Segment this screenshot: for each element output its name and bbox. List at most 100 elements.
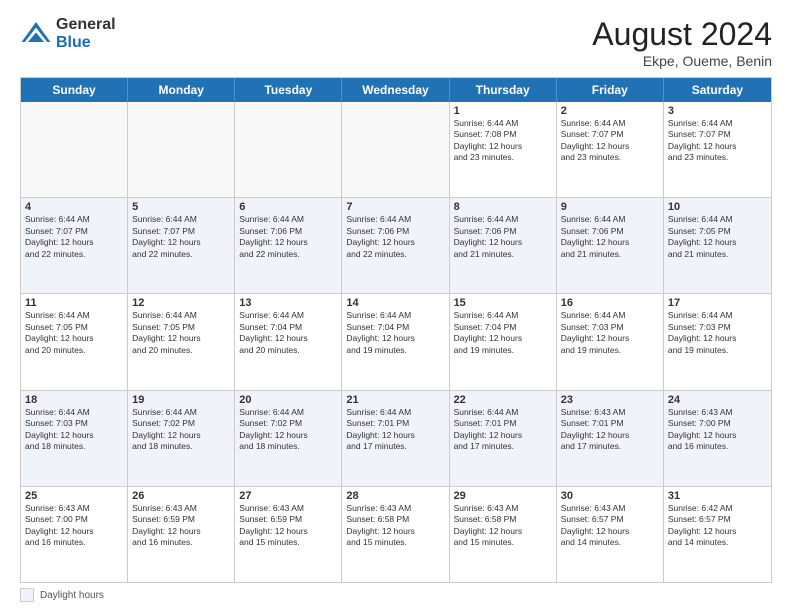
page: General Blue August 2024 Ekpe, Oueme, Be… [0,0,792,612]
header-day-saturday: Saturday [664,78,771,102]
day-number: 7 [346,201,444,213]
day-cell-15: 15Sunrise: 6:44 AMSunset: 7:04 PMDayligh… [450,294,557,389]
day-cell-4: 4Sunrise: 6:44 AMSunset: 7:07 PMDaylight… [21,198,128,293]
day-number: 3 [668,105,767,117]
day-info: Sunrise: 6:43 AMSunset: 6:58 PMDaylight:… [454,503,552,549]
day-number: 4 [25,201,123,213]
day-info: Sunrise: 6:44 AMSunset: 7:05 PMDaylight:… [25,310,123,356]
day-number: 14 [346,297,444,309]
empty-cell-0-0 [21,102,128,197]
day-number: 20 [239,394,337,406]
day-number: 9 [561,201,659,213]
logo-text: General Blue [56,16,116,51]
legend-label: Daylight hours [40,590,104,601]
legend-box [20,588,34,602]
day-number: 16 [561,297,659,309]
day-number: 2 [561,105,659,117]
day-info: Sunrise: 6:43 AMSunset: 7:01 PMDaylight:… [561,407,659,453]
day-number: 25 [25,490,123,502]
day-cell-18: 18Sunrise: 6:44 AMSunset: 7:03 PMDayligh… [21,391,128,486]
day-info: Sunrise: 6:44 AMSunset: 7:06 PMDaylight:… [239,214,337,260]
empty-cell-0-3 [342,102,449,197]
day-number: 21 [346,394,444,406]
day-number: 28 [346,490,444,502]
day-info: Sunrise: 6:44 AMSunset: 7:03 PMDaylight:… [25,407,123,453]
day-info: Sunrise: 6:44 AMSunset: 7:07 PMDaylight:… [668,118,767,164]
header-day-friday: Friday [557,78,664,102]
day-info: Sunrise: 6:44 AMSunset: 7:06 PMDaylight:… [561,214,659,260]
day-cell-13: 13Sunrise: 6:44 AMSunset: 7:04 PMDayligh… [235,294,342,389]
day-cell-8: 8Sunrise: 6:44 AMSunset: 7:06 PMDaylight… [450,198,557,293]
day-cell-17: 17Sunrise: 6:44 AMSunset: 7:03 PMDayligh… [664,294,771,389]
day-info: Sunrise: 6:43 AMSunset: 6:58 PMDaylight:… [346,503,444,549]
day-info: Sunrise: 6:44 AMSunset: 7:05 PMDaylight:… [132,310,230,356]
calendar-row-2: 11Sunrise: 6:44 AMSunset: 7:05 PMDayligh… [21,294,771,390]
day-number: 11 [25,297,123,309]
day-cell-1: 1Sunrise: 6:44 AMSunset: 7:08 PMDaylight… [450,102,557,197]
day-info: Sunrise: 6:44 AMSunset: 7:06 PMDaylight:… [346,214,444,260]
day-cell-28: 28Sunrise: 6:43 AMSunset: 6:58 PMDayligh… [342,487,449,582]
empty-cell-0-2 [235,102,342,197]
day-info: Sunrise: 6:43 AMSunset: 6:59 PMDaylight:… [239,503,337,549]
day-cell-2: 2Sunrise: 6:44 AMSunset: 7:07 PMDaylight… [557,102,664,197]
day-cell-29: 29Sunrise: 6:43 AMSunset: 6:58 PMDayligh… [450,487,557,582]
day-number: 13 [239,297,337,309]
day-cell-11: 11Sunrise: 6:44 AMSunset: 7:05 PMDayligh… [21,294,128,389]
day-cell-12: 12Sunrise: 6:44 AMSunset: 7:05 PMDayligh… [128,294,235,389]
day-number: 26 [132,490,230,502]
day-cell-7: 7Sunrise: 6:44 AMSunset: 7:06 PMDaylight… [342,198,449,293]
calendar-row-3: 18Sunrise: 6:44 AMSunset: 7:03 PMDayligh… [21,391,771,487]
day-number: 18 [25,394,123,406]
day-number: 6 [239,201,337,213]
day-info: Sunrise: 6:43 AMSunset: 7:00 PMDaylight:… [25,503,123,549]
day-info: Sunrise: 6:43 AMSunset: 6:59 PMDaylight:… [132,503,230,549]
title-block: August 2024 Ekpe, Oueme, Benin [592,16,772,69]
day-info: Sunrise: 6:42 AMSunset: 6:57 PMDaylight:… [668,503,767,549]
day-number: 29 [454,490,552,502]
day-cell-23: 23Sunrise: 6:43 AMSunset: 7:01 PMDayligh… [557,391,664,486]
calendar-row-4: 25Sunrise: 6:43 AMSunset: 7:00 PMDayligh… [21,487,771,582]
day-info: Sunrise: 6:44 AMSunset: 7:02 PMDaylight:… [239,407,337,453]
footer: Daylight hours [20,588,772,602]
empty-cell-0-1 [128,102,235,197]
day-number: 15 [454,297,552,309]
day-info: Sunrise: 6:43 AMSunset: 6:57 PMDaylight:… [561,503,659,549]
header: General Blue August 2024 Ekpe, Oueme, Be… [20,16,772,69]
day-cell-19: 19Sunrise: 6:44 AMSunset: 7:02 PMDayligh… [128,391,235,486]
day-info: Sunrise: 6:44 AMSunset: 7:04 PMDaylight:… [239,310,337,356]
logo: General Blue [20,16,116,51]
day-info: Sunrise: 6:44 AMSunset: 7:06 PMDaylight:… [454,214,552,260]
day-info: Sunrise: 6:44 AMSunset: 7:01 PMDaylight:… [454,407,552,453]
day-info: Sunrise: 6:44 AMSunset: 7:04 PMDaylight:… [454,310,552,356]
day-number: 22 [454,394,552,406]
day-info: Sunrise: 6:44 AMSunset: 7:01 PMDaylight:… [346,407,444,453]
day-cell-6: 6Sunrise: 6:44 AMSunset: 7:06 PMDaylight… [235,198,342,293]
day-number: 10 [668,201,767,213]
day-number: 5 [132,201,230,213]
day-number: 31 [668,490,767,502]
day-info: Sunrise: 6:43 AMSunset: 7:00 PMDaylight:… [668,407,767,453]
calendar-row-0: 1Sunrise: 6:44 AMSunset: 7:08 PMDaylight… [21,102,771,198]
header-day-wednesday: Wednesday [342,78,449,102]
day-cell-14: 14Sunrise: 6:44 AMSunset: 7:04 PMDayligh… [342,294,449,389]
calendar: SundayMondayTuesdayWednesdayThursdayFrid… [20,77,772,583]
day-cell-31: 31Sunrise: 6:42 AMSunset: 6:57 PMDayligh… [664,487,771,582]
day-number: 12 [132,297,230,309]
month-year: August 2024 [592,16,772,53]
day-number: 8 [454,201,552,213]
day-cell-24: 24Sunrise: 6:43 AMSunset: 7:00 PMDayligh… [664,391,771,486]
day-number: 19 [132,394,230,406]
calendar-body: 1Sunrise: 6:44 AMSunset: 7:08 PMDaylight… [21,102,771,582]
day-cell-26: 26Sunrise: 6:43 AMSunset: 6:59 PMDayligh… [128,487,235,582]
day-cell-10: 10Sunrise: 6:44 AMSunset: 7:05 PMDayligh… [664,198,771,293]
day-info: Sunrise: 6:44 AMSunset: 7:02 PMDaylight:… [132,407,230,453]
day-cell-5: 5Sunrise: 6:44 AMSunset: 7:07 PMDaylight… [128,198,235,293]
day-cell-3: 3Sunrise: 6:44 AMSunset: 7:07 PMDaylight… [664,102,771,197]
header-day-monday: Monday [128,78,235,102]
day-cell-25: 25Sunrise: 6:43 AMSunset: 7:00 PMDayligh… [21,487,128,582]
day-cell-16: 16Sunrise: 6:44 AMSunset: 7:03 PMDayligh… [557,294,664,389]
day-info: Sunrise: 6:44 AMSunset: 7:05 PMDaylight:… [668,214,767,260]
day-cell-22: 22Sunrise: 6:44 AMSunset: 7:01 PMDayligh… [450,391,557,486]
calendar-header: SundayMondayTuesdayWednesdayThursdayFrid… [21,78,771,102]
day-cell-9: 9Sunrise: 6:44 AMSunset: 7:06 PMDaylight… [557,198,664,293]
